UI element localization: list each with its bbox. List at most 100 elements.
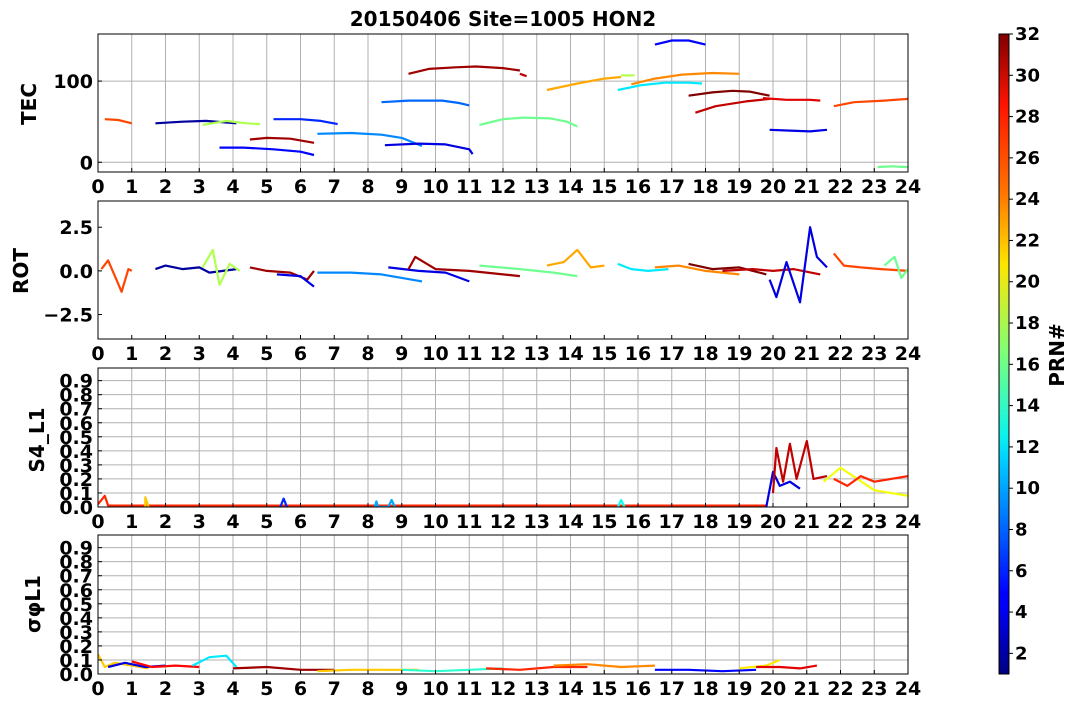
tec-xtick-label: 3	[193, 176, 206, 198]
rot-xtick-label: 1	[125, 343, 138, 365]
tec-xtick-label: 1	[125, 176, 138, 198]
colorbar-tick-label: 24	[1015, 189, 1040, 210]
tec-xtick-label: 23	[861, 176, 887, 198]
tec-xtick-label: 17	[659, 176, 685, 198]
sigma-phi-xtick-label: 6	[294, 678, 307, 700]
rot-series-prn-4	[768, 226, 828, 304]
rot-xtick-label: 16	[625, 343, 651, 365]
tec-ytick-label: 100	[53, 71, 93, 93]
colorbar-tick-label: 30	[1015, 65, 1040, 86]
s4-series-prn-27	[98, 494, 767, 507]
rot-xtick-label: 4	[226, 343, 239, 365]
tec-series-prn-16	[479, 116, 578, 128]
sigma-phi-xtick-label: 10	[422, 678, 448, 700]
s4-xtick-label: 3	[193, 511, 206, 533]
sigma-phi-xtick-label: 12	[490, 678, 516, 700]
s4-xtick-label: 21	[794, 511, 820, 533]
rot-panel: 0 1 2 3 4 5 6 7 8 9 10 11 12 13 14 15 16 17 18 19 20 21 22 23 24…	[43, 200, 921, 365]
rot-xtick-label: 3	[193, 343, 206, 365]
rot-xtick-label: 0	[91, 343, 104, 365]
sigma-phi-xtick-label: 11	[456, 678, 482, 700]
tec-xtick-label: 6	[294, 176, 307, 198]
tec-series-group	[104, 39, 908, 169]
tec-series-prn-12	[617, 81, 703, 92]
sigma-phi-xtick-label: 4	[226, 678, 239, 700]
tec-xtick-label: 15	[591, 176, 617, 198]
sigma-phi-xtick-label: 19	[726, 678, 752, 700]
s4-xtick-label: 17	[659, 511, 685, 533]
sigma-phi-series-prn-29	[756, 664, 818, 670]
rot-xtick-label: 24	[895, 343, 921, 365]
tec-series-prn-26	[833, 97, 908, 108]
sigma-phi-xtick-label: 17	[659, 678, 685, 700]
tec-xtick-label: 0	[91, 176, 104, 198]
tec-xtick-label: 13	[524, 176, 550, 198]
tec-xtick-label: 24	[895, 176, 921, 198]
rot-ytick-label: 2.5	[59, 217, 93, 239]
tec-ytick-label: 0	[80, 152, 93, 174]
rot-series-prn-31	[407, 255, 521, 278]
s4-xtick-label: 16	[625, 511, 651, 533]
tec-series-prn-8	[381, 99, 470, 107]
sigma-phi-xtick-label: 8	[361, 678, 374, 700]
s4-xtick-label: 15	[591, 511, 617, 533]
rot-xtick-label: 14	[557, 343, 583, 365]
s4-xtick-label: 11	[456, 511, 482, 533]
tec-xtick-label: 9	[395, 176, 408, 198]
tec-xtick-label: 7	[328, 176, 341, 198]
s4-xtick-label: 1	[125, 511, 138, 533]
tec-series-prn-16	[877, 165, 908, 169]
tec-xtick-label: 14	[557, 176, 583, 198]
colorbar: 2468101214161820222426283032 PRN#	[998, 24, 1069, 675]
tec-series-prn-4	[384, 142, 474, 155]
sigma-phi-xtick-label: 15	[591, 678, 617, 700]
s4-panel: 0 1 2 3 4 5 6 7 8 9 10 11 12 13 14 15 16 17 18 19 20 21 22 23 24…	[59, 367, 921, 533]
s4-xtick-label: 9	[395, 511, 408, 533]
rot-xtick-label: 5	[260, 343, 273, 365]
sigma-phi-xtick-label: 22	[827, 678, 853, 700]
s4-xtick-label: 10	[422, 511, 448, 533]
tec-series-prn-30	[519, 72, 527, 78]
sigma-phi-xtick-label: 18	[692, 678, 718, 700]
colorbar-tick-label: 16	[1015, 354, 1040, 375]
tec-xtick-label: 8	[361, 176, 374, 198]
rot-xtick-label: 12	[490, 343, 516, 365]
tec-series-prn-4	[769, 128, 828, 133]
rot-ytick-label: −2.5	[43, 305, 93, 327]
s4-series-prn-22	[144, 496, 150, 507]
tec-panel: 0 1 2 3 4 5 6 7 8 9 10 11 12 13 14 15 16 17 18 19 20 21 22 23 24…	[53, 33, 921, 198]
figure: 20150406 Site=1005 HON2 0 1 2 3 4 5 6 7 8 9 10 11 12…	[9, 7, 1069, 700]
rot-series-prn-9	[317, 271, 423, 283]
rot-ytick-label: 0.0	[59, 261, 93, 283]
sigma-phi-xtick-label: 20	[760, 678, 786, 700]
s4-xtick-label: 8	[361, 511, 374, 533]
s4-xtick-label: 7	[328, 511, 341, 533]
tec-series-prn-30	[695, 97, 770, 114]
colorbar-tick-label: 8	[1015, 519, 1028, 540]
rot-series-prn-26	[100, 259, 133, 293]
tec-xtick-label: 18	[692, 176, 718, 198]
colorbar-tick-label: 20	[1015, 272, 1040, 293]
rot-series-prn-23	[546, 248, 605, 269]
sigma-phi-xtick-label: 16	[625, 678, 651, 700]
rot-xtick-label: 17	[659, 343, 685, 365]
rot-xtick-label: 18	[692, 343, 718, 365]
sigma-phi-xtick-label: 23	[861, 678, 887, 700]
colorbar-ticks: 2468101214161820222426283032	[1009, 24, 1040, 664]
rot-series-group	[100, 226, 908, 304]
tec-series-prn-32	[688, 89, 770, 97]
tec-series-prn-6	[273, 118, 338, 126]
colorbar-tick-label: 6	[1015, 561, 1028, 582]
tec-xtick-label: 16	[625, 176, 651, 198]
s4-xtick-label: 20	[760, 511, 786, 533]
chart-title: 20150406 Site=1005 HON2	[350, 7, 656, 31]
sigma-phi-xtick-label: 5	[260, 678, 273, 700]
rot-xtick-label: 11	[456, 343, 482, 365]
rot-xtick-label: 10	[422, 343, 448, 365]
rot-series-prn-2	[155, 264, 237, 274]
sigma-phi-panel: 0 1 2 3 4 5 6 7 8 9 10 11 12 13 14 15 16 17 18 19 20 21 22 23 24…	[59, 534, 921, 700]
tec-xtick-label: 5	[260, 176, 273, 198]
colorbar-tick-label: 2	[1015, 643, 1028, 664]
s4-xtick-label: 22	[827, 511, 853, 533]
tec-xtick-label: 11	[456, 176, 482, 198]
